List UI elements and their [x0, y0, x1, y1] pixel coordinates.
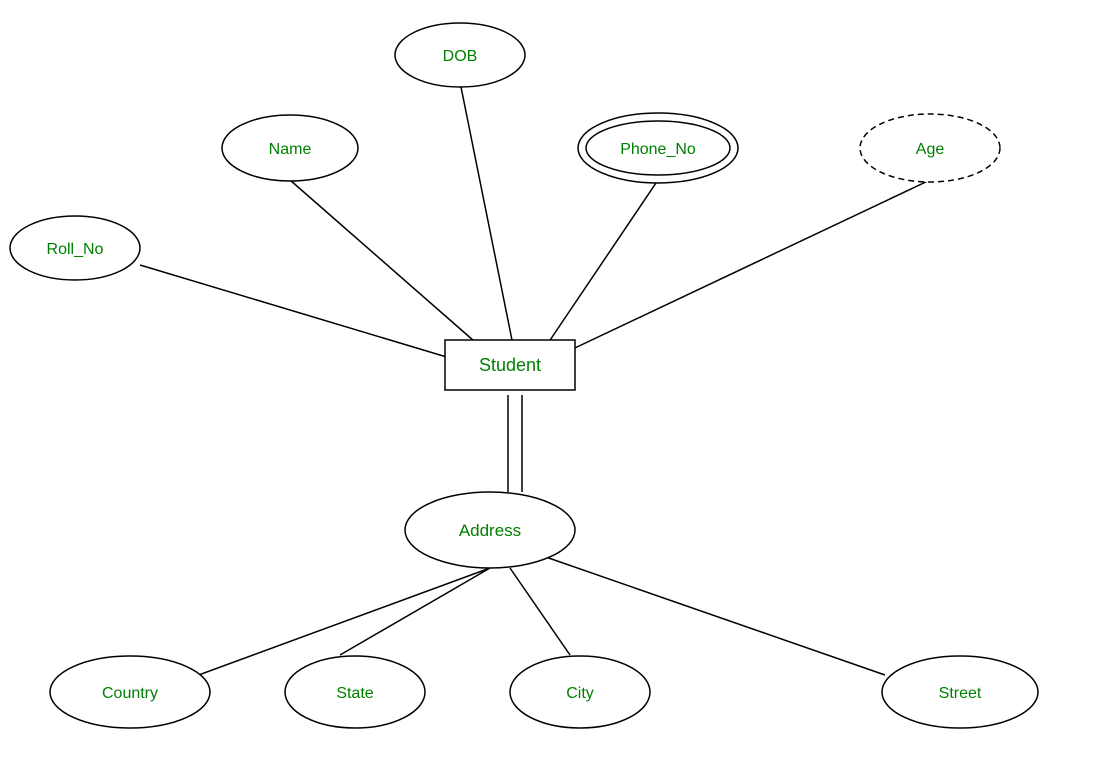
rollno-label: Roll_No	[47, 241, 104, 258]
name-label: Name	[269, 141, 312, 158]
phoneno-label: Phone_No	[620, 141, 696, 158]
country-label: Country	[102, 685, 158, 702]
dob-label: DOB	[443, 48, 478, 65]
street-label: Street	[939, 685, 982, 702]
age-label: Age	[916, 141, 945, 158]
state-label: State	[336, 685, 373, 702]
address-label: Address	[459, 521, 521, 540]
city-label: City	[566, 685, 594, 702]
student-label: Student	[479, 355, 541, 375]
